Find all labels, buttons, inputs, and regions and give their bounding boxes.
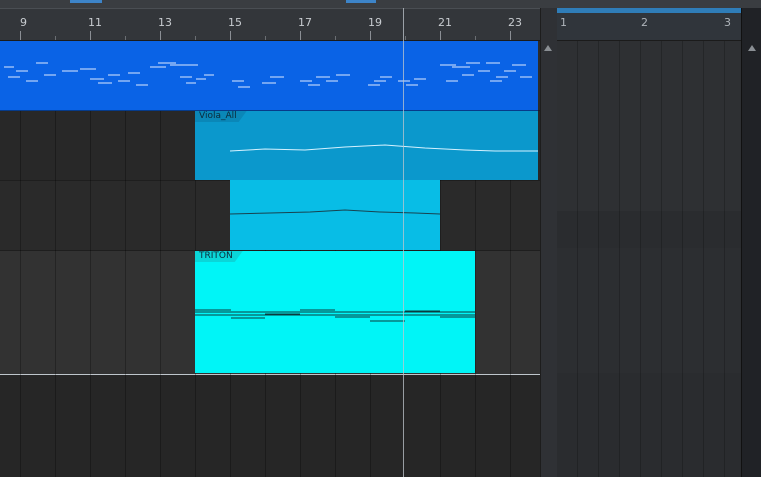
ruler-tick	[370, 31, 371, 40]
bar-number: 1	[560, 16, 567, 29]
bar-number: 13	[158, 16, 172, 29]
scroll-up-icon[interactable]	[748, 45, 756, 51]
midi-notes	[195, 309, 475, 322]
ruler-tick	[265, 36, 266, 40]
midi-notes	[4, 62, 532, 88]
panel-separator[interactable]	[540, 8, 557, 477]
ruler-tick	[475, 36, 476, 40]
bar-number: 23	[508, 16, 522, 29]
midi-clip[interactable]	[0, 41, 538, 111]
overview-lane	[557, 41, 741, 211]
bar-number: 15	[228, 16, 242, 29]
grid-line	[724, 41, 725, 477]
timeline-ruler[interactable]: 9 11 13 15 17 19 21 23	[0, 8, 540, 41]
ruler-tick	[230, 31, 231, 40]
grid-line	[661, 41, 662, 477]
ruler-tick	[20, 31, 21, 40]
bar-number: 11	[88, 16, 102, 29]
viola-clip[interactable]: Viola_All	[195, 111, 538, 180]
ruler-tick	[90, 31, 91, 40]
loop-marker[interactable]	[346, 0, 376, 3]
overview-lane	[557, 248, 741, 373]
grid-line	[682, 41, 683, 477]
ruler-tick	[125, 36, 126, 40]
ruler-tick	[300, 31, 301, 40]
bar-number: 21	[438, 16, 452, 29]
scroll-up-icon[interactable]	[544, 45, 552, 51]
grid-line	[577, 41, 578, 477]
ruler-tick	[510, 31, 511, 40]
bar-number: 3	[724, 16, 731, 29]
ruler-tick	[160, 31, 161, 40]
bar-number: 19	[368, 16, 382, 29]
grid-line	[619, 41, 620, 477]
overview-ruler[interactable]: 1 2 3	[557, 8, 741, 41]
overview-panel[interactable]	[557, 8, 741, 477]
grid-line	[598, 41, 599, 477]
triton-clip[interactable]: TRITON	[195, 251, 475, 373]
bar-number: 9	[20, 16, 27, 29]
playhead-cursor[interactable]	[403, 8, 404, 477]
ruler-tick	[440, 31, 441, 40]
automation-curve	[230, 209, 440, 215]
grid-line	[640, 41, 641, 477]
top-strip	[0, 0, 761, 8]
loop-range[interactable]	[557, 8, 741, 13]
loop-marker[interactable]	[70, 0, 102, 3]
ruler-tick	[195, 36, 196, 40]
ruler-tick	[335, 36, 336, 40]
bar-number: 17	[298, 16, 312, 29]
bar-number: 2	[641, 16, 648, 29]
ruler-tick	[55, 36, 56, 40]
vertical-scrollbar[interactable]	[741, 8, 761, 477]
ruler-tick	[405, 36, 406, 40]
automation-curve	[229, 144, 538, 152]
viola-sub-clip[interactable]	[230, 180, 440, 250]
empty-lane[interactable]	[0, 375, 540, 477]
grid-line	[703, 41, 704, 477]
